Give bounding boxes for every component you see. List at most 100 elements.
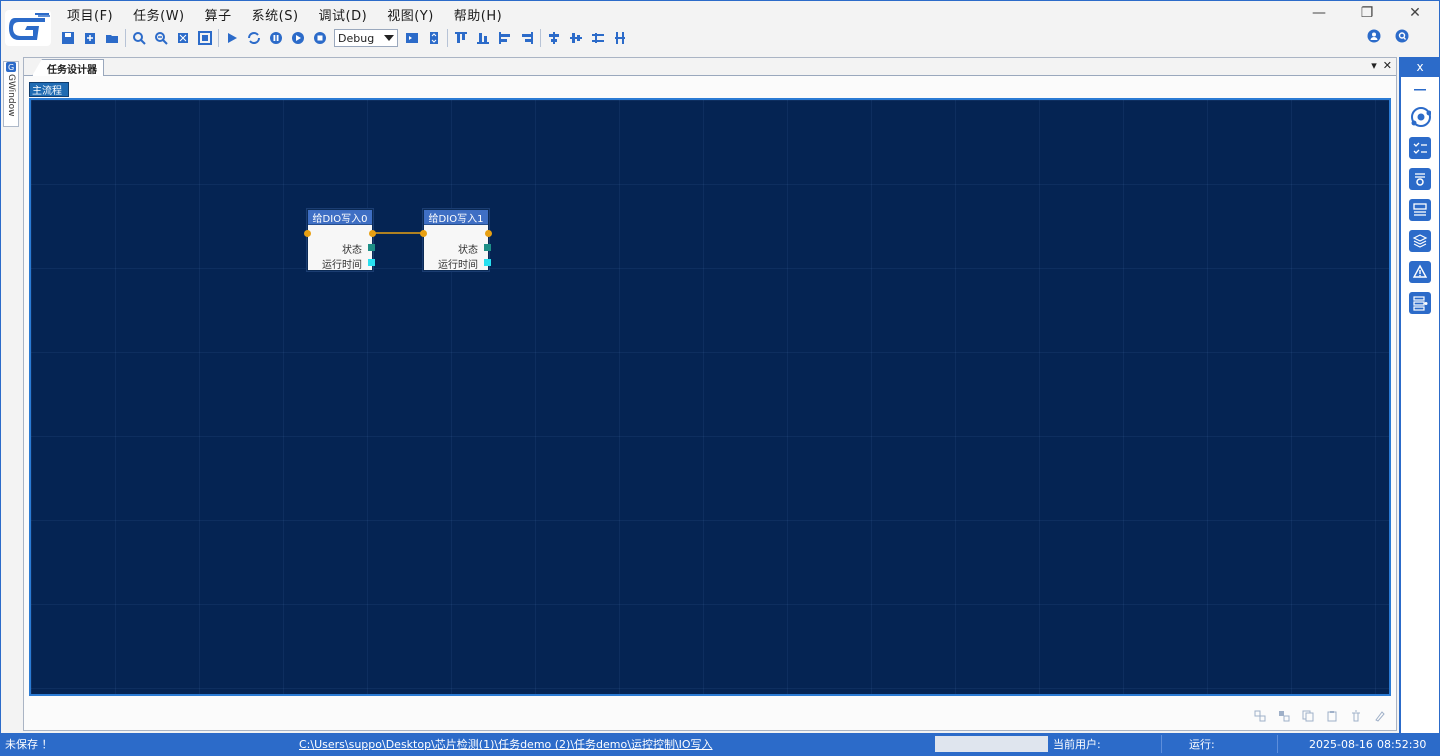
menu-debug[interactable]: 调试(D) [309, 3, 378, 25]
stop-icon[interactable] [309, 27, 331, 49]
progress-box [935, 736, 1048, 752]
fit-view-icon[interactable] [172, 27, 194, 49]
loop-icon[interactable] [243, 27, 265, 49]
close-tab-icon[interactable]: ✕ [1383, 59, 1392, 72]
menu-operator[interactable]: 算子 [195, 3, 242, 25]
pause-icon[interactable] [265, 27, 287, 49]
flow-node[interactable]: 给DIO写入0 状态 运行时间 [304, 209, 376, 271]
group-icon[interactable] [1254, 710, 1266, 722]
node-output-status: 状态 [342, 245, 362, 256]
right-pane-minimize-icon[interactable] [1401, 83, 1439, 97]
runtime-port[interactable] [484, 259, 491, 266]
canvas-bottom-tools [1254, 710, 1386, 722]
node-input-port[interactable] [304, 230, 311, 237]
app-logo [5, 10, 51, 46]
user-area [1367, 29, 1409, 46]
window-controls: — ❐ ✕ [1295, 1, 1439, 25]
align-right-icon[interactable] [516, 27, 538, 49]
run-icon[interactable] [221, 27, 243, 49]
save-icon[interactable] [57, 27, 79, 49]
new-file-icon[interactable] [79, 27, 101, 49]
menu-task[interactable]: 任务(W) [123, 3, 195, 25]
app-window: 项目(F) 任务(W) 算子 系统(S) 调试(D) 视图(Y) 帮助(H) —… [0, 0, 1440, 756]
distribute-v-icon[interactable] [609, 27, 631, 49]
user-icon[interactable] [1367, 29, 1381, 46]
current-user-label: 当前用户: [1053, 738, 1101, 751]
align-left-icon[interactable] [494, 27, 516, 49]
zoom-in-icon[interactable] [128, 27, 150, 49]
menu-help[interactable]: 帮助(H) [444, 3, 512, 25]
clear-icon[interactable] [1374, 710, 1386, 722]
panel-layout-icon[interactable] [1409, 199, 1431, 221]
fullscreen-icon[interactable] [194, 27, 216, 49]
open-folder-icon[interactable] [101, 27, 123, 49]
status-port[interactable] [484, 244, 491, 251]
toolbar-separator [125, 29, 126, 47]
node-output-status: 状态 [458, 245, 478, 256]
run-mode-select[interactable]: Debug [334, 29, 398, 47]
restore-button[interactable]: ❐ [1343, 1, 1391, 25]
document-tab-controls: ▾ ✕ [1371, 59, 1392, 72]
menu-system[interactable]: 系统(S) [242, 3, 309, 25]
align-center-v-icon[interactable] [565, 27, 587, 49]
close-button[interactable]: ✕ [1391, 1, 1439, 25]
right-pane: x [1399, 57, 1439, 733]
checklist-icon[interactable] [1409, 137, 1431, 159]
connection-layer [374, 232, 425, 234]
tab-task-designer[interactable]: 任务设计器 [32, 59, 104, 76]
project-path-link[interactable]: C:\Users\suppo\Desktop\芯片检测(1)\任务demo (2… [299, 736, 713, 752]
network-icon[interactable] [1409, 106, 1431, 128]
right-pane-close-button[interactable]: x [1401, 57, 1439, 77]
flow-node[interactable]: 给DIO写入1 状态 运行时间 [420, 209, 492, 271]
status-port[interactable] [368, 244, 375, 251]
gwindow-icon: G [6, 62, 16, 72]
title-bar: 项目(F) 任务(W) 算子 系统(S) 调试(D) 视图(Y) 帮助(H) —… [1, 1, 1439, 53]
flow-canvas[interactable]: 给DIO写入0 状态 运行时间 给DIO写入1 状态 运行时间 [29, 98, 1391, 696]
run-status-label: 运行: [1189, 738, 1215, 751]
status-bar: 未保存 ！ C:\Users\suppo\Desktop\芯片检测(1)\任务d… [1, 733, 1439, 755]
align-center-h-icon[interactable] [543, 27, 565, 49]
chevron-down-icon [384, 35, 394, 41]
paste-icon[interactable] [1326, 710, 1338, 722]
expand-icon[interactable] [401, 27, 423, 49]
settings-list-icon[interactable] [1409, 168, 1431, 190]
layers-icon[interactable] [1409, 230, 1431, 252]
step-icon[interactable] [287, 27, 309, 49]
run-mode-value: Debug [338, 31, 375, 45]
menu-project[interactable]: 项目(F) [57, 3, 123, 25]
collapse-icon[interactable] [423, 27, 445, 49]
info-icon[interactable] [1395, 29, 1409, 46]
menu-bar: 项目(F) 任务(W) 算子 系统(S) 调试(D) 视图(Y) 帮助(H) [57, 3, 512, 25]
delete-icon[interactable] [1350, 710, 1362, 722]
align-bottom-icon[interactable] [472, 27, 494, 49]
gwindow-tab[interactable]: G GWindow [3, 61, 19, 127]
node-title: 给DIO写入1 [424, 210, 488, 225]
node-output-runtime: 运行时间 [438, 260, 478, 271]
warning-icon[interactable] [1409, 261, 1431, 283]
runtime-port[interactable] [368, 259, 375, 266]
svg-text:G: G [8, 63, 14, 72]
node-output-port[interactable] [369, 230, 376, 237]
ungroup-icon[interactable] [1278, 710, 1290, 722]
minimize-button[interactable]: — [1295, 1, 1343, 25]
distribute-h-icon[interactable] [587, 27, 609, 49]
gwindow-tab-label: GWindow [6, 74, 16, 117]
save-status: 未保存 ！ [5, 738, 53, 751]
node-input-port[interactable] [420, 230, 427, 237]
status-divider [1161, 735, 1162, 753]
copy-icon[interactable] [1302, 710, 1314, 722]
variables-icon[interactable] [1409, 292, 1431, 314]
status-time: 08:52:30 [1377, 737, 1427, 751]
toolbar: Debug [57, 27, 631, 49]
toolbar-separator [447, 29, 448, 47]
tab-main-flow[interactable]: 主流程 [29, 82, 69, 97]
align-top-icon[interactable] [450, 27, 472, 49]
tab-list-dropdown-icon[interactable]: ▾ [1371, 59, 1377, 72]
node-output-runtime: 运行时间 [322, 260, 362, 271]
menu-view[interactable]: 视图(Y) [377, 3, 444, 25]
zoom-out-icon[interactable] [150, 27, 172, 49]
toolbar-separator [540, 29, 541, 47]
node-output-port[interactable] [485, 230, 492, 237]
document-area: 任务设计器 ▾ ✕ 主流程 给DIO写入0 状态 运行时间 给DIO写入1 状态… [23, 57, 1397, 731]
node-title: 给DIO写入0 [308, 210, 372, 225]
